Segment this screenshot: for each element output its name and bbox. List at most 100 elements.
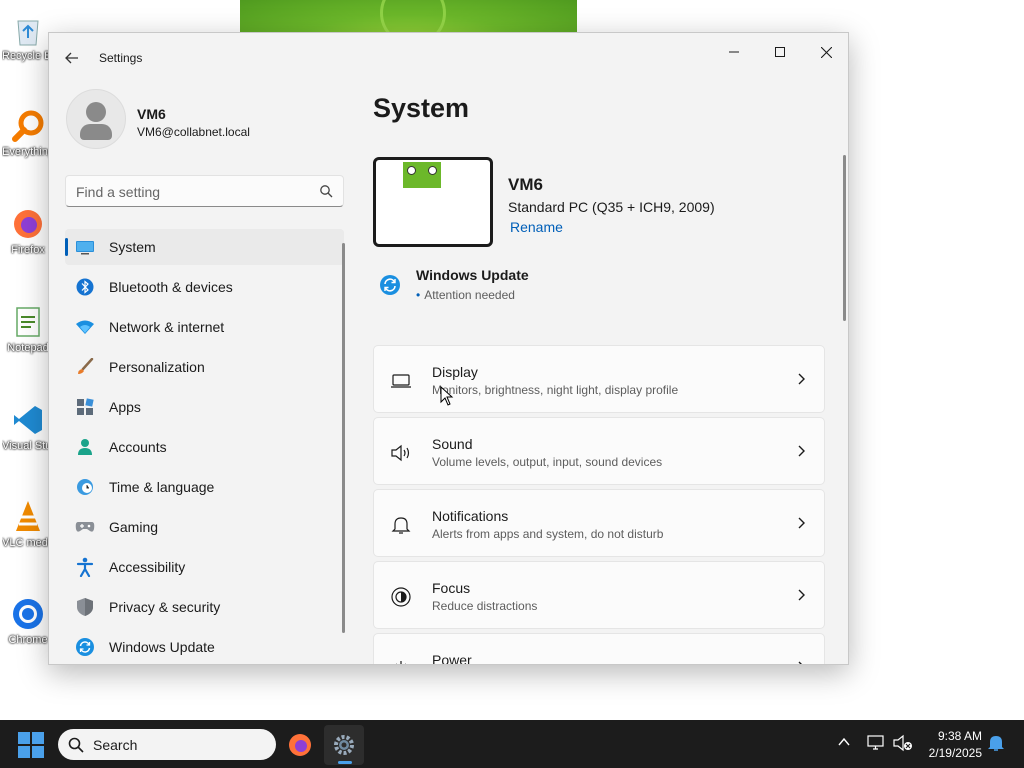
content-scrollbar[interactable] bbox=[843, 155, 846, 321]
title-bar[interactable]: Settings bbox=[49, 33, 848, 81]
card-notifications[interactable]: Notifications Alerts from apps and syste… bbox=[373, 489, 825, 557]
chevron-right-icon bbox=[798, 589, 805, 601]
nav-item-apps[interactable]: Apps bbox=[65, 389, 344, 425]
nav-item-label: Gaming bbox=[109, 519, 159, 535]
maximize-icon bbox=[775, 47, 785, 57]
search-icon bbox=[320, 185, 333, 198]
desktop-icon-vlc[interactable]: VLC media player bbox=[2, 497, 54, 577]
wallpaper-preview bbox=[403, 162, 441, 188]
desktop-wallpaper bbox=[240, 0, 577, 46]
nav-item-label: Windows Update bbox=[109, 639, 215, 655]
chevron-right-icon bbox=[798, 661, 802, 664]
desktop-icon-label: VLC media player bbox=[2, 537, 54, 549]
gear-icon bbox=[334, 735, 354, 755]
chevron-right-icon bbox=[798, 373, 805, 385]
user-email: VM6@collabnet.local bbox=[137, 125, 250, 139]
nav-item-label: System bbox=[109, 239, 156, 255]
settings-window: Settings VM6 VM6@collabnet.local System … bbox=[48, 32, 849, 665]
firefox-icon bbox=[8, 204, 48, 244]
clock-time[interactable]: 9:38 AM bbox=[926, 729, 982, 743]
windows-update-link[interactable]: Windows Update bbox=[416, 267, 529, 283]
volume-muted-icon[interactable] bbox=[893, 734, 913, 752]
taskbar-firefox[interactable] bbox=[280, 725, 320, 765]
minimize-button[interactable] bbox=[711, 37, 757, 67]
avatar-head bbox=[86, 102, 106, 122]
nav-item-accounts[interactable]: Accounts bbox=[65, 429, 344, 465]
nav-item-accessibility[interactable]: Accessibility bbox=[65, 549, 344, 585]
globe-clock-icon bbox=[75, 477, 95, 497]
nav-item-time-language[interactable]: Time & language bbox=[65, 469, 344, 505]
taskbar: Search 9:38 AM 2/19/2025 bbox=[0, 720, 1024, 768]
nav-item-label: Network & internet bbox=[109, 319, 225, 335]
desktop-icon-recycle-bin[interactable]: Recycle Bin bbox=[2, 10, 54, 90]
network-icon[interactable] bbox=[866, 734, 886, 752]
nav-item-label: Bluetooth & devices bbox=[109, 279, 233, 295]
maximize-button[interactable] bbox=[757, 37, 803, 67]
desktop-icon-notepad[interactable]: Notepad bbox=[2, 302, 54, 382]
avatar[interactable] bbox=[66, 89, 126, 149]
avatar-body bbox=[80, 124, 112, 140]
taskbar-search[interactable]: Search bbox=[58, 729, 276, 760]
nav-item-personalization[interactable]: Personalization bbox=[65, 349, 344, 385]
close-button[interactable] bbox=[803, 37, 848, 67]
status-text: Attention needed bbox=[424, 288, 515, 302]
back-button[interactable] bbox=[61, 47, 83, 69]
windows-logo-tile bbox=[32, 732, 44, 744]
status-dot: • bbox=[416, 288, 421, 302]
apps-icon bbox=[75, 397, 95, 417]
nav-item-label: Time & language bbox=[109, 479, 215, 495]
desktop-icon-chrome[interactable]: Chrome bbox=[2, 594, 54, 674]
desktop-icon-label: Notepad bbox=[7, 342, 49, 354]
search-input[interactable] bbox=[76, 182, 306, 202]
desktop-icon-everything[interactable]: Everything bbox=[2, 106, 54, 186]
card-focus[interactable]: Focus Reduce distractions bbox=[373, 561, 825, 629]
start-button[interactable] bbox=[18, 732, 44, 758]
accessibility-icon bbox=[75, 557, 95, 577]
brush-icon bbox=[75, 357, 95, 377]
search-icon bbox=[68, 737, 84, 753]
card-title: Sound bbox=[432, 436, 473, 452]
nav-item-system[interactable]: System bbox=[65, 229, 344, 265]
clock-date[interactable]: 2/19/2025 bbox=[918, 746, 982, 760]
taskbar-search-label: Search bbox=[93, 737, 138, 753]
nav-item-bluetooth[interactable]: Bluetooth & devices bbox=[65, 269, 344, 305]
rename-link[interactable]: Rename bbox=[510, 219, 563, 235]
speaker-icon bbox=[390, 442, 412, 464]
recycle-bin-icon bbox=[8, 10, 48, 50]
shield-icon bbox=[75, 597, 95, 617]
nav-item-label: Accessibility bbox=[109, 559, 186, 575]
wifi-icon bbox=[75, 317, 95, 337]
close-icon bbox=[820, 46, 832, 58]
desktop-icon-label: Recycle Bin bbox=[2, 50, 54, 62]
taskbar-settings[interactable] bbox=[324, 725, 364, 765]
firefox-icon bbox=[289, 734, 311, 756]
device-model: Standard PC (Q35 + ICH9, 2009) bbox=[508, 199, 715, 215]
device-thumbnail bbox=[373, 157, 493, 247]
desktop-icon-firefox[interactable]: Firefox bbox=[2, 204, 54, 284]
settings-nav: System Bluetooth & devices Network & int… bbox=[65, 229, 344, 664]
bell-icon bbox=[390, 514, 412, 536]
windows-update-icon bbox=[380, 275, 400, 295]
chevron-right-icon bbox=[798, 517, 805, 529]
card-sound[interactable]: Sound Volume levels, output, input, soun… bbox=[373, 417, 825, 485]
vscode-icon bbox=[8, 400, 48, 440]
nav-item-network[interactable]: Network & internet bbox=[65, 309, 344, 345]
find-setting-search[interactable] bbox=[65, 175, 344, 207]
card-title: Display bbox=[432, 364, 478, 380]
nav-item-gaming[interactable]: Gaming bbox=[65, 509, 344, 545]
card-power[interactable]: Power bbox=[373, 633, 825, 665]
windows-logo-icon bbox=[18, 732, 30, 744]
chevron-up-icon[interactable] bbox=[836, 734, 852, 750]
card-title: Power bbox=[432, 652, 472, 665]
nav-item-label: Accounts bbox=[109, 439, 167, 455]
notepad-icon bbox=[8, 302, 48, 342]
card-title: Focus bbox=[432, 580, 471, 596]
desktop-icon-vscode[interactable]: Visual Studio Code bbox=[2, 400, 54, 480]
nav-item-privacy-security[interactable]: Privacy & security bbox=[65, 589, 344, 625]
nav-item-windows-update[interactable]: Windows Update bbox=[65, 629, 344, 664]
windows-logo-tile bbox=[18, 746, 30, 758]
nav-scrollbar[interactable] bbox=[342, 243, 345, 633]
card-subtitle: Monitors, brightness, night light, displ… bbox=[432, 383, 679, 397]
gamepad-icon bbox=[75, 517, 95, 537]
notification-bell-icon[interactable] bbox=[987, 734, 1005, 752]
